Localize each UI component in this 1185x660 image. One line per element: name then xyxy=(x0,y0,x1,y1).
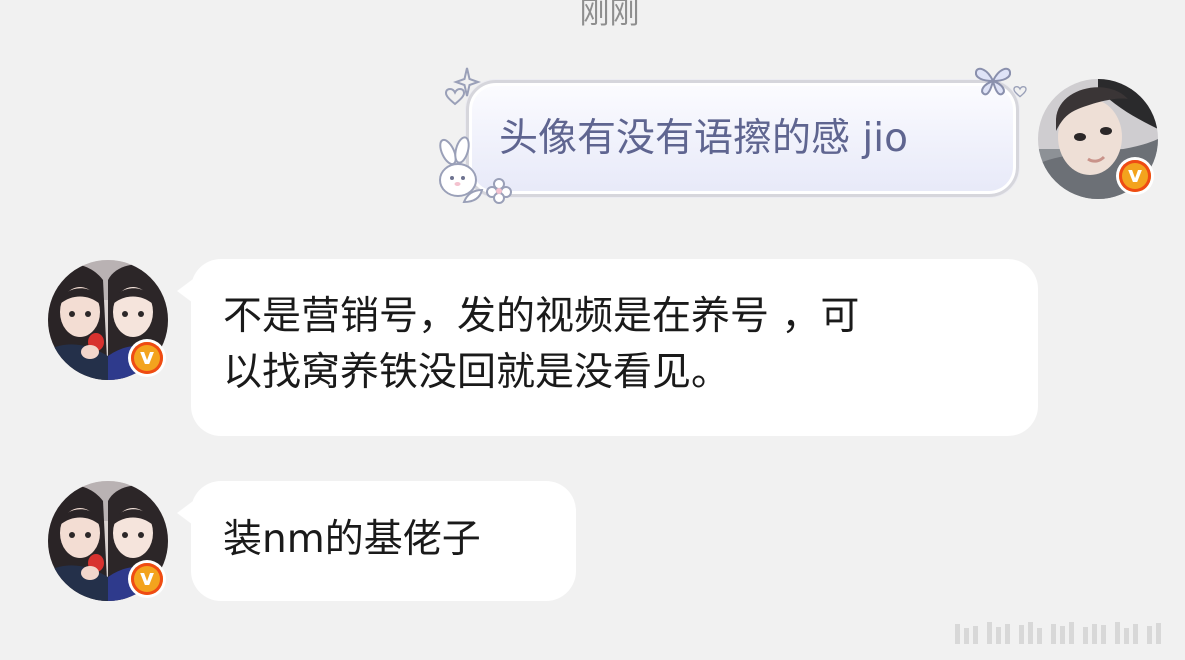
sender-verified-badge: v xyxy=(128,560,166,598)
outgoing-message-bubble[interactable]: 头像有没有语擦的感 jio xyxy=(466,80,1019,197)
incoming-message-text: 装nm的基佬子 xyxy=(223,517,481,562)
small-heart-icon xyxy=(1013,85,1027,98)
verified-v-icon: v xyxy=(1119,160,1151,192)
incoming-message-bubble[interactable]: 装nm的基佬子 xyxy=(177,481,576,601)
heart-icon xyxy=(444,87,466,106)
outgoing-message-text: 头像有没有语擦的感 jio xyxy=(499,116,908,161)
verified-v-icon: v xyxy=(131,342,163,374)
verified-v-icon: v xyxy=(131,563,163,595)
incoming-message-line: 以找窝养铁没回就是没看见。 xyxy=(223,350,731,395)
incoming-message-bubble[interactable]: 不是营销号，发的视频是在养号 ，可 以找窝养铁没回就是没看见。 xyxy=(177,259,1038,436)
timestamp: 刚刚 xyxy=(579,0,640,31)
incoming-message-line: 不是营销号，发的视频是在养号 ，可 xyxy=(223,294,860,339)
self-verified-badge: v xyxy=(1116,157,1154,195)
sender-verified-badge: v xyxy=(128,339,166,377)
leaf-icon xyxy=(462,188,484,204)
butterfly-icon xyxy=(974,67,1012,96)
flower-icon xyxy=(486,178,512,204)
